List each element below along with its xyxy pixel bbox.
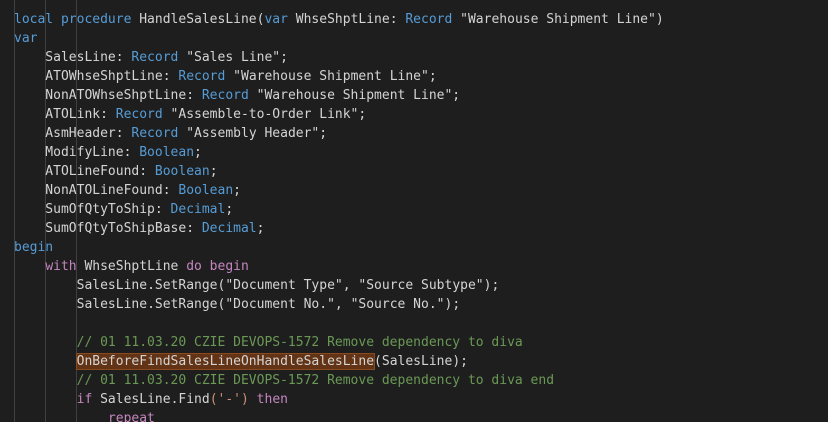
code-line[interactable]: SalesLine: Record "Sales Line"; xyxy=(14,48,288,67)
code-token: local procedure xyxy=(14,12,140,27)
code-token: AsmHeader xyxy=(14,126,116,141)
code-token: repeat xyxy=(107,411,155,422)
code-token: : xyxy=(139,164,155,179)
code-token: ; xyxy=(209,164,218,179)
code-token: ("Document No.", "Source No."); xyxy=(217,297,461,312)
code-token: Decimal xyxy=(170,202,226,217)
code-token: then xyxy=(256,392,288,407)
code-token: : xyxy=(162,183,179,198)
code-token: "Warehouse Shipment Line"; xyxy=(225,69,437,84)
code-token: "Assemble-to-Order Link"; xyxy=(162,107,367,122)
code-token: "Sales Line"; xyxy=(178,50,288,65)
code-token: HandleSalesLine xyxy=(139,12,257,27)
code-line[interactable]: begin xyxy=(14,238,53,257)
code-token: ("Document Type", "Source Subtype"); xyxy=(217,278,500,293)
code-line[interactable]: ATOLink: Record "Assemble-to-Order Link"… xyxy=(14,105,366,124)
code-token: ('-') xyxy=(209,392,257,407)
code-line[interactable]: ModifyLine: Boolean; xyxy=(14,143,202,162)
code-token: if xyxy=(76,392,101,407)
code-line[interactable]: local procedure HandleSalesLine(var Whse… xyxy=(14,10,664,29)
code-token: Record xyxy=(131,50,179,65)
code-token: ; xyxy=(194,145,202,160)
code-line[interactable]: OnBeforeFindSalesLineOnHandleSalesLine(S… xyxy=(14,352,468,371)
code-token: ; xyxy=(233,183,241,198)
code-line[interactable]: SalesLine.SetRange("Document Type", "Sou… xyxy=(14,276,500,295)
code-line[interactable]: ATOWhseShptLine: Record "Warehouse Shipm… xyxy=(14,67,437,86)
code-token: do begin xyxy=(186,259,249,274)
code-token: Record xyxy=(405,12,453,27)
code-token: NonATOLineFound xyxy=(14,183,163,198)
code-token: : xyxy=(115,50,132,65)
code-token: : xyxy=(162,69,179,84)
code-token: // 01 11.03.20 CZIE DEVOPS-1572 Remove d… xyxy=(14,373,555,388)
code-token: Record xyxy=(178,69,226,84)
code-line[interactable]: AsmHeader: Record "Assembly Header"; xyxy=(14,124,327,143)
code-token: "Warehouse Shipment Line"; xyxy=(248,88,461,103)
code-token: "Assembly Header"; xyxy=(178,126,328,141)
code-token: SalesLine xyxy=(14,278,148,293)
code-token: Record xyxy=(201,88,249,103)
code-line[interactable]: SalesLine.SetRange("Document No.", "Sour… xyxy=(14,295,461,314)
code-token: : xyxy=(186,88,202,103)
code-token: ; xyxy=(256,221,265,236)
code-token: begin xyxy=(14,240,54,255)
code-token: var xyxy=(14,31,38,46)
code-token: var xyxy=(264,12,296,27)
code-token: Boolean xyxy=(139,145,195,160)
code-token: : xyxy=(123,145,140,160)
code-token: Record xyxy=(115,107,163,122)
code-token: : xyxy=(100,107,116,122)
code-token: WhseShptLine xyxy=(84,259,187,274)
code-editor[interactable]: local procedure HandleSalesLine(var Whse… xyxy=(0,0,828,422)
code-token: SumOfQtyToShip xyxy=(14,202,155,217)
code-token: SalesLine xyxy=(14,50,116,65)
code-token: ATOLink xyxy=(14,107,101,122)
code-token: . xyxy=(147,297,155,312)
code-token: SetRange xyxy=(154,297,218,312)
code-token: ATOWhseShptLine xyxy=(14,69,163,84)
code-token: Decimal xyxy=(201,221,257,236)
code-line[interactable]: var xyxy=(14,29,37,48)
code-line[interactable]: repeat xyxy=(14,409,155,422)
code-token: Record xyxy=(131,126,179,141)
code-line[interactable]: // 01 11.03.20 CZIE DEVOPS-1572 Remove d… xyxy=(14,371,554,390)
code-line[interactable]: if SalesLine.Find('-') then xyxy=(14,390,288,409)
code-line[interactable]: with WhseShptLine do begin xyxy=(14,257,249,276)
code-token: : xyxy=(154,202,171,217)
code-token: "Warehouse Shipment Line" xyxy=(452,12,656,27)
code-token: WhseShptLine xyxy=(295,12,390,27)
code-token: SalesLine xyxy=(14,297,148,312)
code-token: : xyxy=(186,221,202,236)
highlighted-token: OnBeforeFindSalesLineOnHandleSalesLine xyxy=(75,353,376,370)
code-token: SalesLine xyxy=(100,392,171,407)
code-token: Boolean xyxy=(154,164,210,179)
code-token: (SalesLine); xyxy=(374,354,468,369)
code-token: : xyxy=(115,126,132,141)
code-line[interactable]: SumOfQtyToShip: Decimal; xyxy=(14,200,233,219)
code-token: with xyxy=(45,259,85,274)
code-token: NonATOWhseShptLine xyxy=(14,88,187,103)
code-token: SetRange xyxy=(154,278,218,293)
code-token: ; xyxy=(225,202,234,217)
code-token: ModifyLine xyxy=(14,145,124,160)
code-line[interactable]: SumOfQtyToShipBase: Decimal; xyxy=(14,219,264,238)
code-token: // 01 11.03.20 CZIE DEVOPS-1572 Remove d… xyxy=(14,335,523,350)
code-line[interactable]: NonATOWhseShptLine: Record "Warehouse Sh… xyxy=(14,86,460,105)
code-token: ) xyxy=(655,12,664,27)
code-line[interactable]: NonATOLineFound: Boolean; xyxy=(14,181,241,200)
code-line[interactable]: ATOLineFound: Boolean; xyxy=(14,162,218,181)
code-token: . xyxy=(147,278,155,293)
code-line[interactable]: // 01 11.03.20 CZIE DEVOPS-1572 Remove d… xyxy=(14,333,523,352)
code-token: Boolean xyxy=(178,183,234,198)
code-token: ATOLineFound xyxy=(14,164,140,179)
code-token: Find xyxy=(178,392,210,407)
code-token: SumOfQtyToShipBase xyxy=(14,221,187,236)
code-token: : xyxy=(389,12,406,27)
